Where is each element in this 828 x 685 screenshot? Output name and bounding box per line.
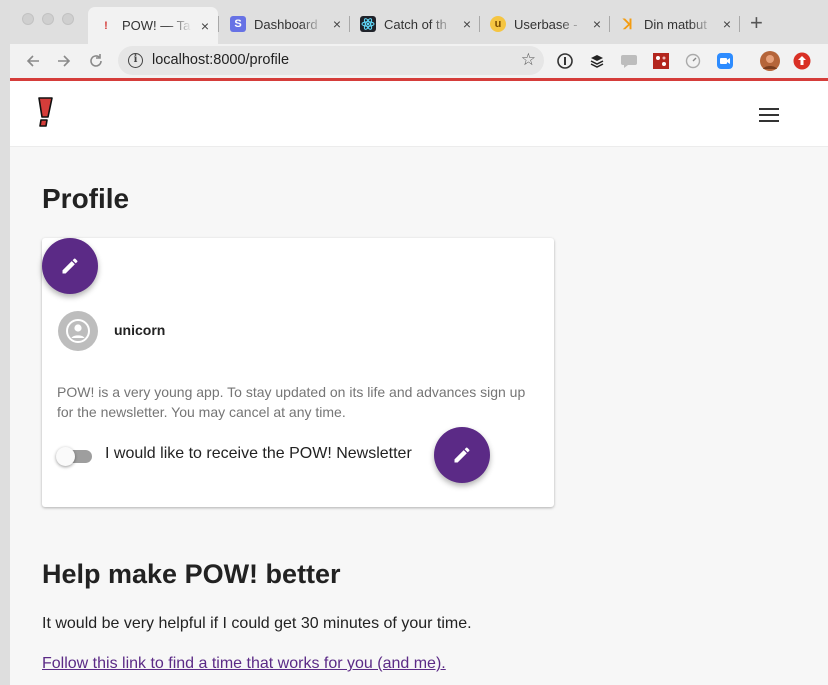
tab-dashboard[interactable]: S Dashboard ×: [220, 8, 350, 40]
pencil-icon: [62, 258, 78, 274]
new-tab-button[interactable]: +: [750, 12, 763, 34]
tab-label: POW! — Ta: [122, 18, 192, 33]
tab-label: Din matbut: [644, 16, 714, 32]
zoom-extension-icon[interactable]: [715, 51, 735, 71]
userbase-favicon-icon: u: [490, 16, 506, 32]
profile-avatar-icon[interactable]: [760, 51, 780, 71]
schedule-link[interactable]: Follow this link to find a time that wor…: [42, 655, 446, 673]
tab-matbut[interactable]: ꓘ Din matbut ×: [610, 8, 740, 40]
update-icon[interactable]: [792, 51, 812, 71]
browser-window: ! POW! — Ta × S Dashboard × Catch of th …: [10, 0, 828, 685]
browser-toolbar: i localhost:8000/profile ☆: [10, 44, 828, 78]
tab-divider: [739, 16, 740, 32]
close-tab-icon[interactable]: ×: [198, 18, 212, 34]
react-favicon-icon: [360, 16, 376, 32]
tab-strip: ! POW! — Ta × S Dashboard × Catch of th …: [10, 0, 828, 44]
avatar: [58, 311, 98, 351]
maximize-window-button[interactable]: [62, 13, 74, 25]
close-tab-icon[interactable]: ×: [330, 16, 344, 32]
forward-arrow-icon[interactable]: [53, 50, 75, 72]
chat-extension-icon[interactable]: [619, 51, 639, 71]
grid-extension-icon[interactable]: [651, 51, 671, 71]
url-text: localhost:8000/profile: [152, 52, 290, 68]
edit-newsletter-button[interactable]: [434, 427, 490, 483]
app-header: [10, 81, 828, 147]
tab-pow[interactable]: ! POW! — Ta ×: [88, 7, 218, 44]
help-heading: Help make POW! better: [42, 559, 341, 589]
profile-card: unicorn POW! is a very young app. To sta…: [42, 238, 554, 507]
toggle-thumb: [56, 447, 75, 466]
close-tab-icon[interactable]: ×: [720, 16, 734, 32]
stripe-favicon-icon: S: [230, 16, 246, 32]
edit-profile-button[interactable]: [42, 238, 98, 294]
hamburger-menu-icon[interactable]: [759, 108, 779, 122]
newsletter-description: POW! is a very young app. To stay update…: [57, 384, 526, 420]
main-content: Profile unicorn POW! is a very young app…: [10, 147, 828, 685]
newsletter-toggle[interactable]: [56, 446, 94, 466]
site-info-icon[interactable]: i: [128, 53, 143, 68]
tab-label: Catch of th: [384, 16, 454, 32]
speed-dial-extension-icon[interactable]: [683, 51, 703, 71]
tab-userbase[interactable]: u Userbase - ×: [480, 8, 610, 40]
buffer-extension-icon[interactable]: [587, 51, 607, 71]
minimize-window-button[interactable]: [42, 13, 54, 25]
tab-divider: [218, 16, 219, 32]
onepassword-extension-icon[interactable]: [555, 51, 575, 71]
pow-favicon-icon: !: [104, 19, 108, 32]
pow-logo-icon[interactable]: [36, 97, 54, 127]
matbut-favicon-icon: ꓘ: [623, 15, 633, 32]
close-tab-icon[interactable]: ×: [460, 16, 474, 32]
help-text: It would be very helpful if I could get …: [42, 615, 472, 632]
tab-label: Dashboard: [254, 16, 324, 32]
newsletter-toggle-label: I would like to receive the POW! Newslet…: [105, 445, 412, 462]
page-title: Profile: [42, 183, 130, 214]
bookmark-star-icon[interactable]: ☆: [521, 50, 536, 70]
close-tab-icon[interactable]: ×: [590, 16, 604, 32]
user-icon: [66, 319, 90, 343]
back-arrow-icon[interactable]: [22, 50, 44, 72]
address-bar[interactable]: i localhost:8000/profile ☆: [118, 46, 544, 75]
close-window-button[interactable]: [22, 13, 34, 25]
reload-icon[interactable]: [85, 50, 107, 72]
tab-label: Userbase -: [514, 16, 584, 32]
username: unicorn: [114, 322, 166, 338]
pencil-icon: [454, 447, 470, 463]
tab-catch[interactable]: Catch of th ×: [350, 8, 480, 40]
